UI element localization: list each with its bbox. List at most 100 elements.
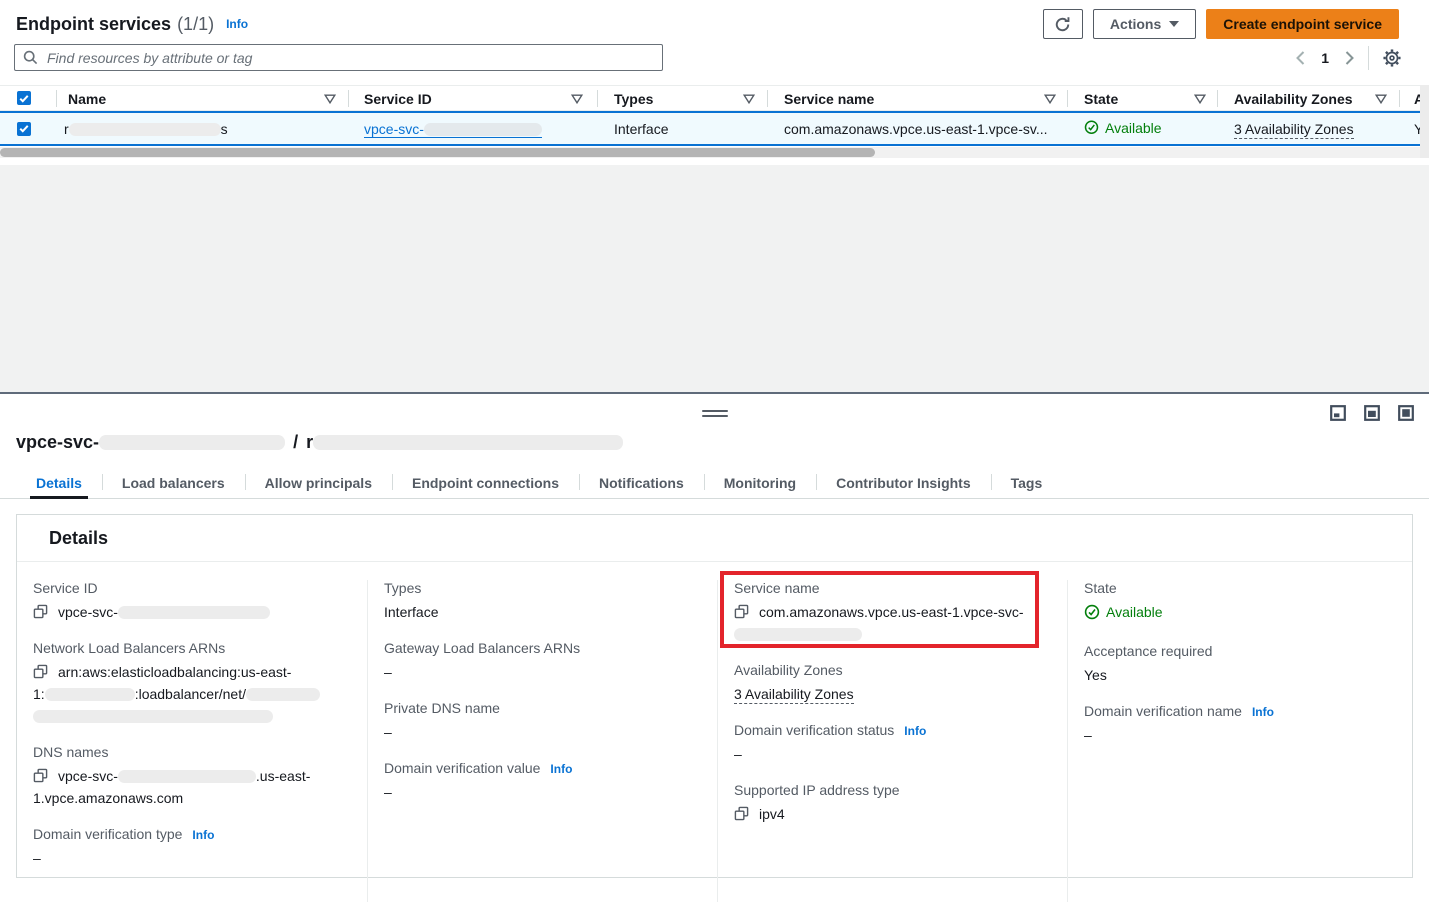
- panel-size-large-button[interactable]: [1398, 405, 1414, 421]
- field-glb-arns: Gateway Load Balancers ARNs –: [384, 640, 701, 683]
- search-box[interactable]: [14, 44, 663, 71]
- column-header-state[interactable]: State: [1084, 86, 1206, 111]
- field-label: Private DNS name: [384, 700, 701, 716]
- table-row[interactable]: rs vpce-svc- Interface com.amazonaws.vpc…: [0, 111, 1429, 146]
- tab-monitoring[interactable]: Monitoring: [704, 468, 816, 498]
- column-header-label: Service name: [784, 91, 874, 107]
- column-divider[interactable]: [1399, 90, 1400, 107]
- panel-title-separator: /: [293, 432, 298, 452]
- sort-icon[interactable]: [743, 94, 755, 104]
- redacted-text: [734, 628, 862, 641]
- next-page-button[interactable]: [1343, 49, 1356, 67]
- redacted-text: [99, 435, 285, 450]
- tab-contributor-insights[interactable]: Contributor Insights: [816, 468, 991, 498]
- panel-size-medium-button[interactable]: [1364, 405, 1380, 421]
- column-divider[interactable]: [1067, 90, 1068, 107]
- horizontal-scrollbar[interactable]: [0, 147, 1420, 158]
- copy-icon[interactable]: [734, 604, 749, 619]
- details-column-1: Service ID vpce-svc- Network Load Balanc…: [17, 580, 367, 902]
- tab-details[interactable]: Details: [16, 468, 102, 498]
- create-endpoint-service-button[interactable]: Create endpoint service: [1206, 9, 1399, 39]
- chevron-right-icon: [1345, 51, 1354, 65]
- refresh-icon: [1054, 16, 1071, 33]
- details-card-body: Service ID vpce-svc- Network Load Balanc…: [17, 562, 1412, 902]
- copy-icon[interactable]: [734, 806, 749, 821]
- tab-label: Load balancers: [122, 475, 225, 491]
- redacted-text: [118, 770, 256, 783]
- column-header-label: Name: [68, 91, 106, 107]
- field-value: Interface: [384, 601, 701, 623]
- redacted-text: [313, 435, 623, 450]
- tab-allow-principals[interactable]: Allow principals: [245, 468, 392, 498]
- vertical-scrollbar[interactable]: [1420, 85, 1429, 158]
- field-availability-zones: Availability Zones 3 Availability Zones: [734, 662, 1051, 705]
- column-divider[interactable]: [1217, 90, 1218, 107]
- availability-zones-popover[interactable]: 3 Availability Zones: [734, 686, 854, 704]
- table-preferences-button[interactable]: [1381, 47, 1403, 69]
- select-all-checkbox[interactable]: [17, 91, 31, 105]
- panel-title-name-prefix: r: [306, 432, 313, 452]
- tab-load-balancers[interactable]: Load balancers: [102, 468, 245, 498]
- info-link[interactable]: Info: [550, 762, 572, 776]
- sort-icon[interactable]: [324, 94, 336, 104]
- sort-icon[interactable]: [1194, 94, 1206, 104]
- info-link[interactable]: Info: [904, 724, 926, 738]
- availability-zones-popover[interactable]: 3 Availability Zones: [1234, 121, 1354, 139]
- field-value: Yes: [1084, 664, 1396, 686]
- column-header-availability-zones[interactable]: Availability Zones: [1234, 86, 1387, 111]
- column-header-label: Service ID: [364, 91, 432, 107]
- column-header-types[interactable]: Types: [614, 86, 755, 111]
- dns-name-line2: 1.vpce.amazonaws.com: [33, 790, 183, 806]
- horizontal-scrollbar-thumb[interactable]: [0, 148, 875, 157]
- field-service-id: Service ID vpce-svc-: [33, 580, 351, 623]
- column-header-label: Availability Zones: [1234, 91, 1353, 107]
- previous-page-button[interactable]: [1294, 49, 1307, 67]
- copy-icon[interactable]: [33, 664, 48, 679]
- column-header-service-name[interactable]: Service name: [784, 86, 1056, 111]
- column-header-service-id[interactable]: Service ID: [364, 86, 583, 111]
- current-page-number[interactable]: 1: [1319, 50, 1331, 66]
- tab-tags[interactable]: Tags: [991, 468, 1063, 498]
- field-domain-verification-value: Domain verification value Info –: [384, 760, 701, 803]
- field-value: vpce-svc-: [33, 601, 351, 623]
- field-label: Supported IP address type: [734, 782, 1051, 798]
- copy-icon[interactable]: [33, 768, 48, 783]
- info-link[interactable]: Info: [1252, 705, 1274, 719]
- redacted-text: [45, 688, 135, 701]
- field-dns-names: DNS names vpce-svc-.us-east- 1.vpce.amaz…: [33, 744, 351, 809]
- refresh-button[interactable]: [1043, 9, 1083, 39]
- state-label: Available: [1105, 119, 1162, 135]
- sort-icon[interactable]: [1375, 94, 1387, 104]
- field-label: Domain verification value: [384, 760, 540, 776]
- field-domain-verification-name: Domain verification name Info –: [1084, 703, 1396, 746]
- field-service-name: Service name com.amazonaws.vpce.us-east-…: [734, 580, 1051, 645]
- copy-icon[interactable]: [33, 604, 48, 619]
- panel-size-small-icon: [1330, 405, 1346, 421]
- field-value: –: [384, 781, 701, 803]
- column-header-name[interactable]: Name: [68, 86, 336, 111]
- column-divider[interactable]: [348, 90, 349, 107]
- info-link[interactable]: Info: [192, 828, 214, 842]
- column-divider[interactable]: [597, 90, 598, 107]
- actions-button[interactable]: Actions: [1093, 9, 1196, 39]
- service-id-link[interactable]: vpce-svc-: [364, 121, 542, 138]
- sort-icon[interactable]: [571, 94, 583, 104]
- panel-title: vpce-svc-/r: [16, 432, 623, 453]
- split-panel-drag-handle[interactable]: [702, 407, 728, 420]
- field-value: –: [33, 847, 351, 869]
- search-input[interactable]: [45, 49, 654, 67]
- tab-endpoint-connections[interactable]: Endpoint connections: [392, 468, 579, 498]
- sort-icon[interactable]: [1044, 94, 1056, 104]
- page-info-link[interactable]: Info: [226, 17, 248, 31]
- panel-size-small-button[interactable]: [1330, 405, 1346, 421]
- field-label: Types: [384, 580, 701, 596]
- cell-types: Interface: [614, 121, 668, 137]
- name-suffix: s: [221, 121, 228, 137]
- cell-state: Available: [1084, 119, 1162, 138]
- panel-tabs: Details Load balancers Allow principals …: [0, 468, 1429, 499]
- endpoint-services-table: Name Service ID Types S: [0, 85, 1429, 158]
- column-divider[interactable]: [767, 90, 768, 107]
- tab-notifications[interactable]: Notifications: [579, 468, 704, 498]
- search-icon: [23, 50, 38, 65]
- row-checkbox[interactable]: [17, 122, 31, 136]
